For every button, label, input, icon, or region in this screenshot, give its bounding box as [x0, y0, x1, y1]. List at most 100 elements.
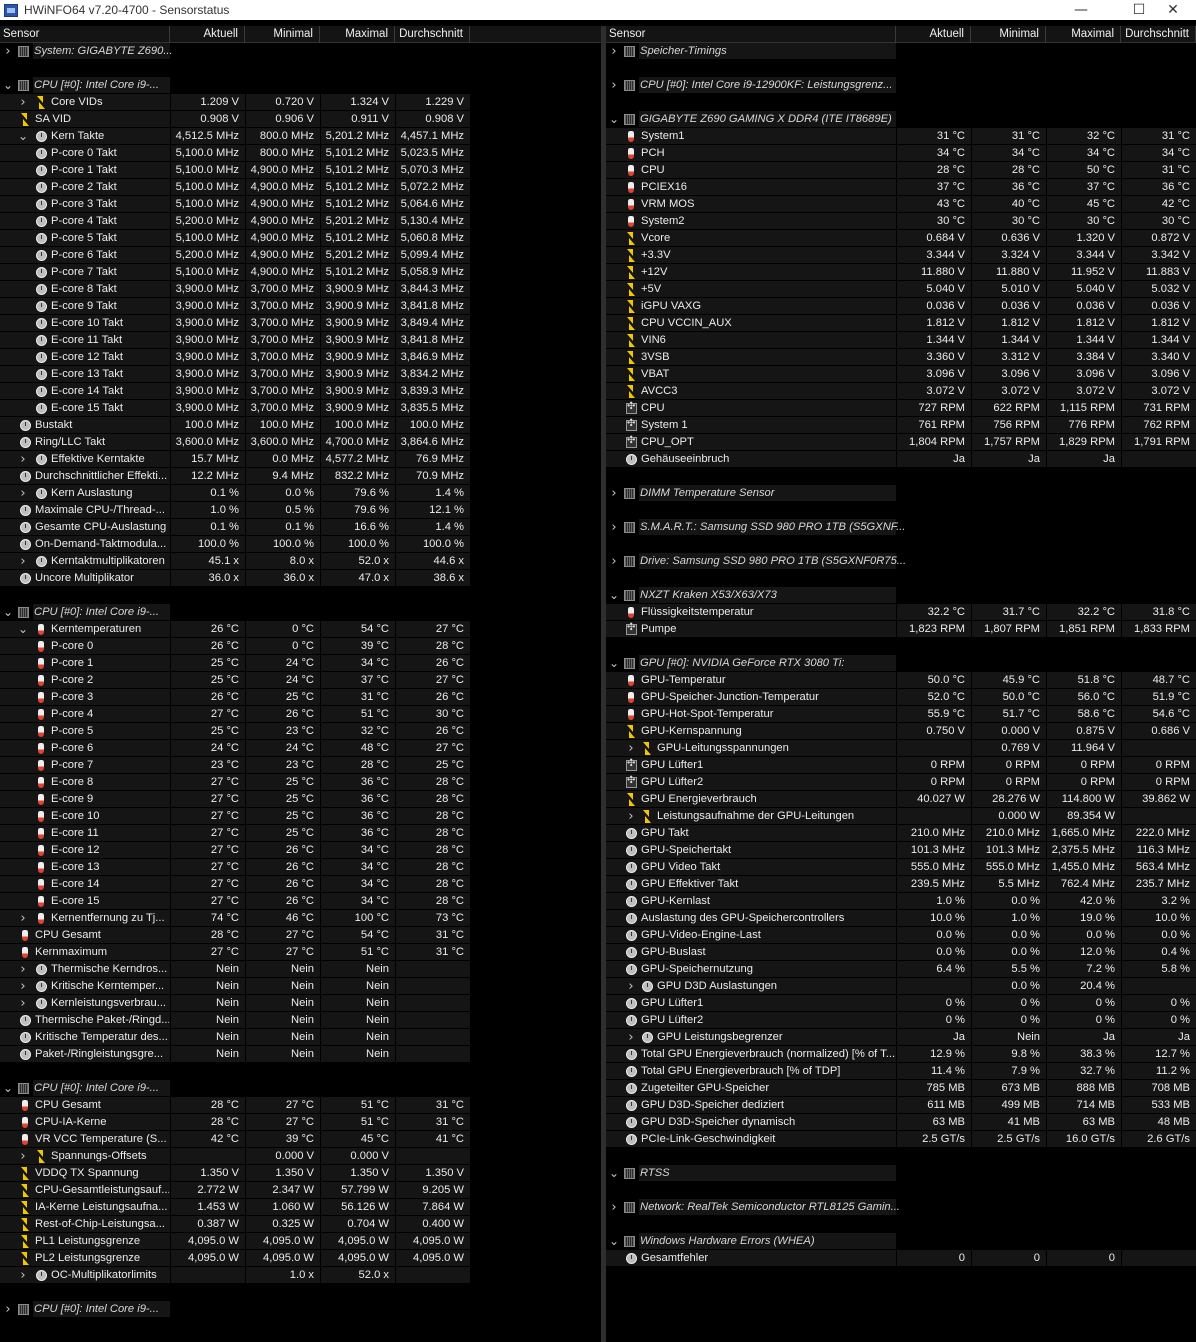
col-header-min[interactable]: Minimal: [971, 26, 1046, 43]
collapse-arrow-icon[interactable]: ⌄: [3, 1080, 13, 1097]
sensor-row[interactable]: P-core 0 Takt 5,100.0 MHz 800.0 MHz 5,101.2…: [0, 145, 601, 162]
sensor-row[interactable]: Vcore 0.684 V 0.636 V 1.320 V 0.872 V: [606, 230, 1196, 247]
sensor-row[interactable]: › Spannungs-Offsets 0.000 V 0.000 V: [0, 1148, 601, 1165]
expand-arrow-icon[interactable]: ›: [609, 519, 619, 536]
sensor-row[interactable]: Total GPU Energieverbrauch [% of TDP] 11.…: [606, 1063, 1196, 1080]
expand-arrow-icon[interactable]: ›: [609, 77, 619, 94]
sensor-row[interactable]: P-core 7 Takt 5,100.0 MHz 4,900.0 MHz 5,101…: [0, 264, 601, 281]
expand-arrow-icon[interactable]: ›: [18, 1267, 28, 1284]
collapse-arrow-icon[interactable]: ⌄: [609, 1233, 619, 1250]
sensor-row[interactable]: P-core 2 25 °C 24 °C 37 °C 27 °C: [0, 672, 601, 689]
sensor-row[interactable]: GPU Lüfter2 0 RPM 0 RPM 0 RPM 0 RPM: [606, 774, 1196, 791]
minimize-button[interactable]: —: [1058, 0, 1104, 20]
sensor-row[interactable]: PL2 Leistungsgrenze 4,095.0 W 4,095.0 W 4,0…: [0, 1250, 601, 1267]
expand-arrow-icon[interactable]: ›: [626, 1029, 636, 1046]
sensor-row[interactable]: P-core 2 Takt 5,100.0 MHz 4,900.0 MHz 5,101…: [0, 179, 601, 196]
sensor-row[interactable]: CPU_OPT 1,804 RPM 1,757 RPM 1,829 RPM 1,791 …: [606, 434, 1196, 451]
sensor-row[interactable]: CPU-Gesamtleistungsauf... 2.772 W 2.347 W 5…: [0, 1182, 601, 1199]
sensor-row[interactable]: VRM MOS 43 °C 40 °C 45 °C 42 °C: [606, 196, 1196, 213]
expand-arrow-icon[interactable]: ›: [18, 961, 28, 978]
sensor-row[interactable]: › Thermische Kerndros... Nein Nein Nein: [0, 961, 601, 978]
sensor-row[interactable]: GPU Lüfter1 0 % 0 % 0 % 0 %: [606, 995, 1196, 1012]
sensor-row[interactable]: System1 31 °C 31 °C 32 °C 31 °C: [606, 128, 1196, 145]
sensor-group-row[interactable]: › Drive: Samsung SSD 980 PRO 1TB (S5GXNF0…: [606, 553, 1196, 570]
sensor-row[interactable]: E-core 12 27 °C 26 °C 34 °C 28 °C: [0, 842, 601, 859]
sensor-row[interactable]: E-core 15 27 °C 26 °C 34 °C 28 °C: [0, 893, 601, 910]
sensor-row[interactable]: VIN6 1.344 V 1.344 V 1.344 V 1.344 V: [606, 332, 1196, 349]
sensor-row[interactable]: +12V 11.880 V 11.880 V 11.952 V 11.883 V: [606, 264, 1196, 281]
sensor-row[interactable]: Gehäuseeinbruch Ja Ja Ja: [606, 451, 1196, 468]
expand-arrow-icon[interactable]: ›: [626, 808, 636, 825]
sensor-row[interactable]: Ring/LLC Takt 3,600.0 MHz 3,600.0 MHz 4,700…: [0, 434, 601, 451]
sensor-group-row[interactable]: ⌄ GIGABYTE Z690 GAMING X DDR4 (ITE IT8689…: [606, 111, 1196, 128]
expand-arrow-icon[interactable]: ›: [18, 910, 28, 927]
sensor-row[interactable]: › GPU D3D Auslastungen 0.0 % 20.4 %: [606, 978, 1196, 995]
sensor-row[interactable]: P-core 7 23 °C 23 °C 28 °C 25 °C: [0, 757, 601, 774]
sensor-row[interactable]: GPU-Speichertakt 101.3 MHz 101.3 MHz 2,375.…: [606, 842, 1196, 859]
sensor-row[interactable]: +3.3V 3.344 V 3.324 V 3.344 V 3.342 V: [606, 247, 1196, 264]
expand-arrow-icon[interactable]: ›: [18, 978, 28, 995]
sensor-row[interactable]: VR VCC Temperature (S... 42 °C 39 °C 45 °C 4…: [0, 1131, 601, 1148]
sensor-row[interactable]: CPU 727 RPM 622 RPM 1,115 RPM 731 RPM: [606, 400, 1196, 417]
sensor-row[interactable]: Maximale CPU-/Thread-... 1.0 % 0.5 % 79.6 %…: [0, 502, 601, 519]
sensor-row[interactable]: PCH 34 °C 34 °C 34 °C 34 °C: [606, 145, 1196, 162]
sensor-group-row[interactable]: › S.M.A.R.T.: Samsung SSD 980 PRO 1TB (S5…: [606, 519, 1196, 536]
col-header-sensor[interactable]: Sensor: [0, 26, 170, 43]
sensor-row[interactable]: Flüssigkeitstemperatur 32.2 °C 31.7 °C 32.2…: [606, 604, 1196, 621]
sensor-row[interactable]: PL1 Leistungsgrenze 4,095.0 W 4,095.0 W 4,0…: [0, 1233, 601, 1250]
expand-arrow-icon[interactable]: ›: [18, 995, 28, 1012]
sensor-row[interactable]: GPU-Video-Engine-Last 0.0 % 0.0 % 0.0 % 0.0 …: [606, 927, 1196, 944]
sensor-row[interactable]: › GPU Leistungsbegrenzer Ja Nein Ja Ja: [606, 1029, 1196, 1046]
collapse-arrow-icon[interactable]: ⌄: [3, 77, 13, 94]
sensor-row[interactable]: Uncore Multiplikator 36.0 x 36.0 x 47.0 x 38…: [0, 570, 601, 587]
col-header-sensor[interactable]: Sensor: [606, 26, 896, 43]
sensor-row[interactable]: ⌄ Kern Takte 4,512.5 MHz 800.0 MHz 5,201.2 M…: [0, 128, 601, 145]
sensor-row[interactable]: › Kritische Kerntemper... Nein Nein Nein: [0, 978, 601, 995]
sensor-row[interactable]: E-core 10 Takt 3,900.0 MHz 3,700.0 MHz 3,90…: [0, 315, 601, 332]
sensor-row[interactable]: E-core 10 27 °C 25 °C 36 °C 28 °C: [0, 808, 601, 825]
expand-arrow-icon[interactable]: ›: [609, 43, 619, 60]
sensor-row[interactable]: E-core 11 27 °C 25 °C 36 °C 28 °C: [0, 825, 601, 842]
sensor-row[interactable]: PCIe-Link-Geschwindigkeit 2.5 GT/s 2.5 GT/…: [606, 1131, 1196, 1148]
sensor-row[interactable]: VDDQ TX Spannung 1.350 V 1.350 V 1.350 V 1.3…: [0, 1165, 601, 1182]
sensor-row[interactable]: P-core 4 27 °C 26 °C 51 °C 30 °C: [0, 706, 601, 723]
sensor-row[interactable]: Kernmaximum 27 °C 27 °C 51 °C 31 °C: [0, 944, 601, 961]
expand-arrow-icon[interactable]: ›: [18, 94, 28, 111]
sensor-row[interactable]: › Effektive Kerntakte 15.7 MHz 0.0 MHz 4,577…: [0, 451, 601, 468]
sensor-group-row[interactable]: › System: GIGABYTE Z690...: [0, 43, 601, 60]
sensor-row[interactable]: P-core 1 25 °C 24 °C 34 °C 26 °C: [0, 655, 601, 672]
sensor-row[interactable]: GPU-Speicher-Junction-Temperatur 52.0 °C 5…: [606, 689, 1196, 706]
sensor-group-row[interactable]: ⌄ CPU [#0]: Intel Core i9-...: [0, 1080, 601, 1097]
sensor-row[interactable]: Zugeteilter GPU-Speicher 785 MB 673 MB 888 …: [606, 1080, 1196, 1097]
collapse-arrow-icon[interactable]: ⌄: [18, 128, 28, 145]
sensor-row[interactable]: GPU Energieverbrauch 40.027 W 28.276 W 114.…: [606, 791, 1196, 808]
sensor-row[interactable]: VBAT 3.096 V 3.096 V 3.096 V 3.096 V: [606, 366, 1196, 383]
sensor-group-row[interactable]: ⌄ Windows Hardware Errors (WHEA): [606, 1233, 1196, 1250]
sensor-row[interactable]: 3VSB 3.360 V 3.312 V 3.384 V 3.340 V: [606, 349, 1196, 366]
sensor-row[interactable]: › GPU-Leitungsspannungen 0.769 V 11.964 V: [606, 740, 1196, 757]
collapse-arrow-icon[interactable]: ⌄: [3, 604, 13, 621]
sensor-row[interactable]: System2 30 °C 30 °C 30 °C 30 °C: [606, 213, 1196, 230]
sensor-group-row[interactable]: ⌄ CPU [#0]: Intel Core i9-...: [0, 604, 601, 621]
sensor-group-row[interactable]: ⌄ NXZT Kraken X53/X63/X73: [606, 587, 1196, 604]
sensor-row[interactable]: E-core 14 Takt 3,900.0 MHz 3,700.0 MHz 3,90…: [0, 383, 601, 400]
col-header-max[interactable]: Maximal: [1046, 26, 1121, 43]
col-header-current[interactable]: Aktuell: [170, 26, 245, 43]
col-header-avg[interactable]: Durchschnitt: [395, 26, 470, 43]
sensor-row[interactable]: › OC-Multiplikatorlimits 1.0 x 52.0 x: [0, 1267, 601, 1284]
sensor-row[interactable]: Pumpe 1,823 RPM 1,807 RPM 1,851 RPM 1,833 RP…: [606, 621, 1196, 638]
sensor-row[interactable]: P-core 5 Takt 5,100.0 MHz 4,900.0 MHz 5,101…: [0, 230, 601, 247]
sensor-row[interactable]: Rest-of-Chip-Leistungsa... 0.387 W 0.325 W…: [0, 1216, 601, 1233]
sensor-row[interactable]: Kritische Temperatur des... Nein Nein Nein: [0, 1029, 601, 1046]
sensor-row[interactable]: E-core 8 Takt 3,900.0 MHz 3,700.0 MHz 3,900…: [0, 281, 601, 298]
sensor-row[interactable]: GPU D3D-Speicher dynamisch 63 MB 41 MB 63 M…: [606, 1114, 1196, 1131]
sensor-row[interactable]: E-core 9 27 °C 25 °C 36 °C 28 °C: [0, 791, 601, 808]
sensor-row[interactable]: P-core 6 Takt 5,200.0 MHz 4,900.0 MHz 5,201…: [0, 247, 601, 264]
col-header-avg[interactable]: Durchschnitt: [1121, 26, 1196, 43]
sensor-row[interactable]: E-core 14 27 °C 26 °C 34 °C 28 °C: [0, 876, 601, 893]
sensor-row[interactable]: Gesamtfehler 0 0 0: [606, 1250, 1196, 1267]
sensor-row[interactable]: GPU D3D-Speicher dediziert 611 MB 499 MB 71…: [606, 1097, 1196, 1114]
collapse-arrow-icon[interactable]: ⌄: [609, 587, 619, 604]
sensor-group-row[interactable]: › CPU [#0]: Intel Core i9-12900KF: Leistu…: [606, 77, 1196, 94]
sensor-row[interactable]: GPU-Temperatur 50.0 °C 45.9 °C 51.8 °C 48.7 …: [606, 672, 1196, 689]
